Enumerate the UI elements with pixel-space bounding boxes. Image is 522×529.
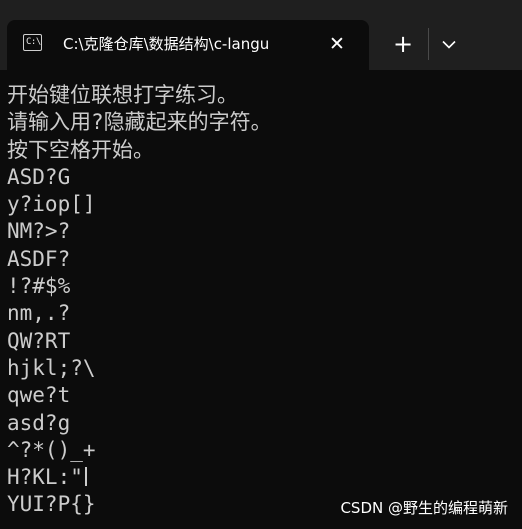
- title-bar: C:\ C:\克隆仓库\数据结构\c-langu ✕ +: [0, 0, 522, 70]
- output-line: 开始键位联想打字练习。: [7, 83, 238, 107]
- terminal-icon: C:\: [23, 34, 42, 51]
- text-cursor: [84, 467, 87, 487]
- output-line: !?#$%: [7, 274, 71, 299]
- output-line: QW?RT: [7, 328, 71, 353]
- output-line: y?iop[]: [7, 192, 96, 217]
- output-line: ASD?G: [7, 164, 71, 189]
- terminal-window: C:\ C:\克隆仓库\数据结构\c-langu ✕ + 开始键位联想打字练习。…: [0, 0, 522, 529]
- output-line: nm,.?: [7, 301, 71, 326]
- output-line: 请输入用?隐藏起来的字符。: [7, 110, 272, 135]
- terminal-icon-glyph: C:\: [26, 37, 41, 47]
- output-line: ^?*()_+: [7, 437, 96, 462]
- output-line: NM?>?: [7, 219, 71, 244]
- output-line: hjkl;?\: [7, 355, 96, 380]
- output-line-with-cursor: H?KL:": [7, 464, 517, 491]
- watermark: CSDN @野生的编程萌新: [340, 499, 508, 517]
- chevron-down-icon[interactable]: [437, 31, 461, 57]
- output-line: asd?g: [7, 410, 71, 435]
- tab-active[interactable]: C:\ C:\克隆仓库\数据结构\c-langu ✕: [7, 20, 369, 70]
- titlebar-divider: [428, 28, 429, 60]
- terminal-output[interactable]: 开始键位联想打字练习。 请输入用?隐藏起来的字符。 按下空格开始。 ASD?G …: [7, 82, 517, 519]
- output-line: 按下空格开始。: [7, 137, 154, 162]
- new-tab-button[interactable]: +: [388, 30, 418, 58]
- output-line: qwe?t: [7, 383, 71, 408]
- close-tab-button[interactable]: ✕: [325, 32, 349, 56]
- output-line-text: H?KL:": [7, 465, 83, 490]
- output-line: ASDF?: [7, 246, 71, 271]
- tab-title: C:\克隆仓库\数据结构\c-langu: [63, 35, 270, 53]
